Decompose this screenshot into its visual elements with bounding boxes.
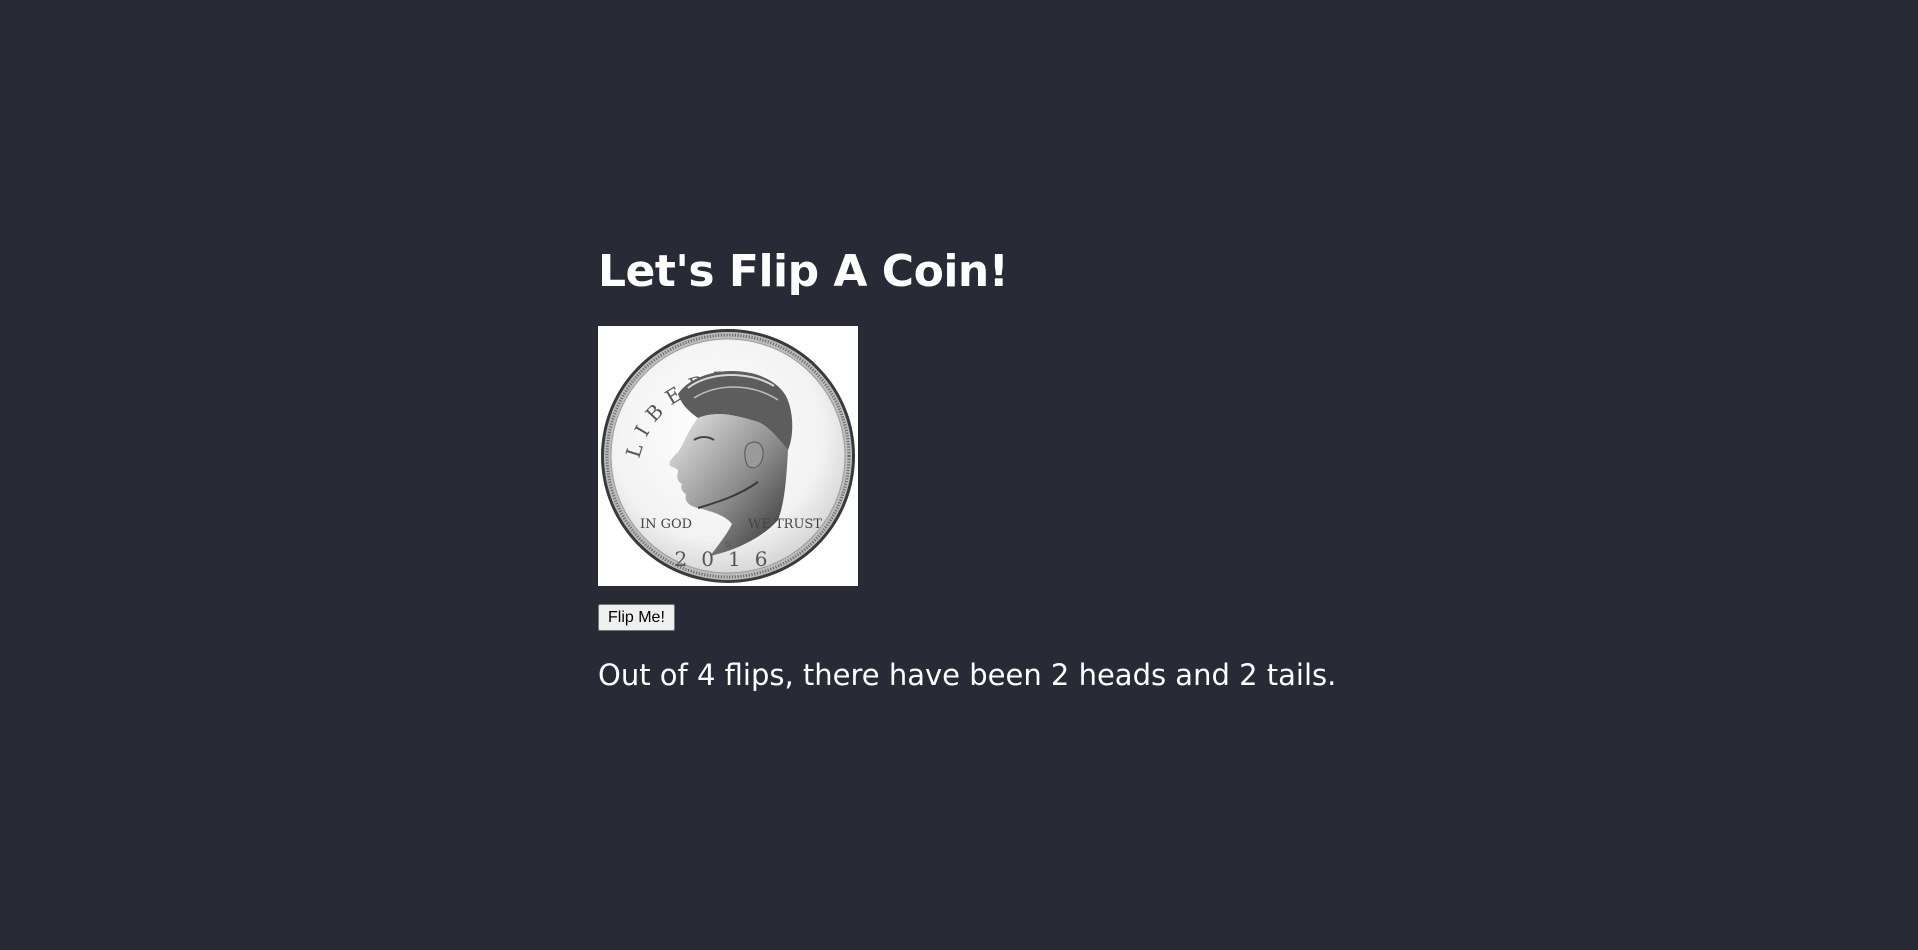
flip-summary: Out of 4 flips, there have been 2 heads … [598, 658, 1337, 692]
page-title: Let's Flip A Coin! [598, 246, 1009, 297]
flip-button[interactable]: Flip Me! [598, 604, 675, 631]
coin-flip-app: Let's Flip A Coin! LIBE IN GOD WE TRUST … [598, 240, 1398, 695]
coin-heads-graphic: LIBERTY IN GOD WE TRUST S [601, 329, 855, 583]
coin-motto-right: WE TRUST [748, 517, 822, 532]
coin-year: 2016 [675, 547, 782, 571]
coin-image: LIBERTY IN GOD WE TRUST S [598, 326, 858, 586]
coin-motto-left: IN GOD [640, 517, 692, 532]
